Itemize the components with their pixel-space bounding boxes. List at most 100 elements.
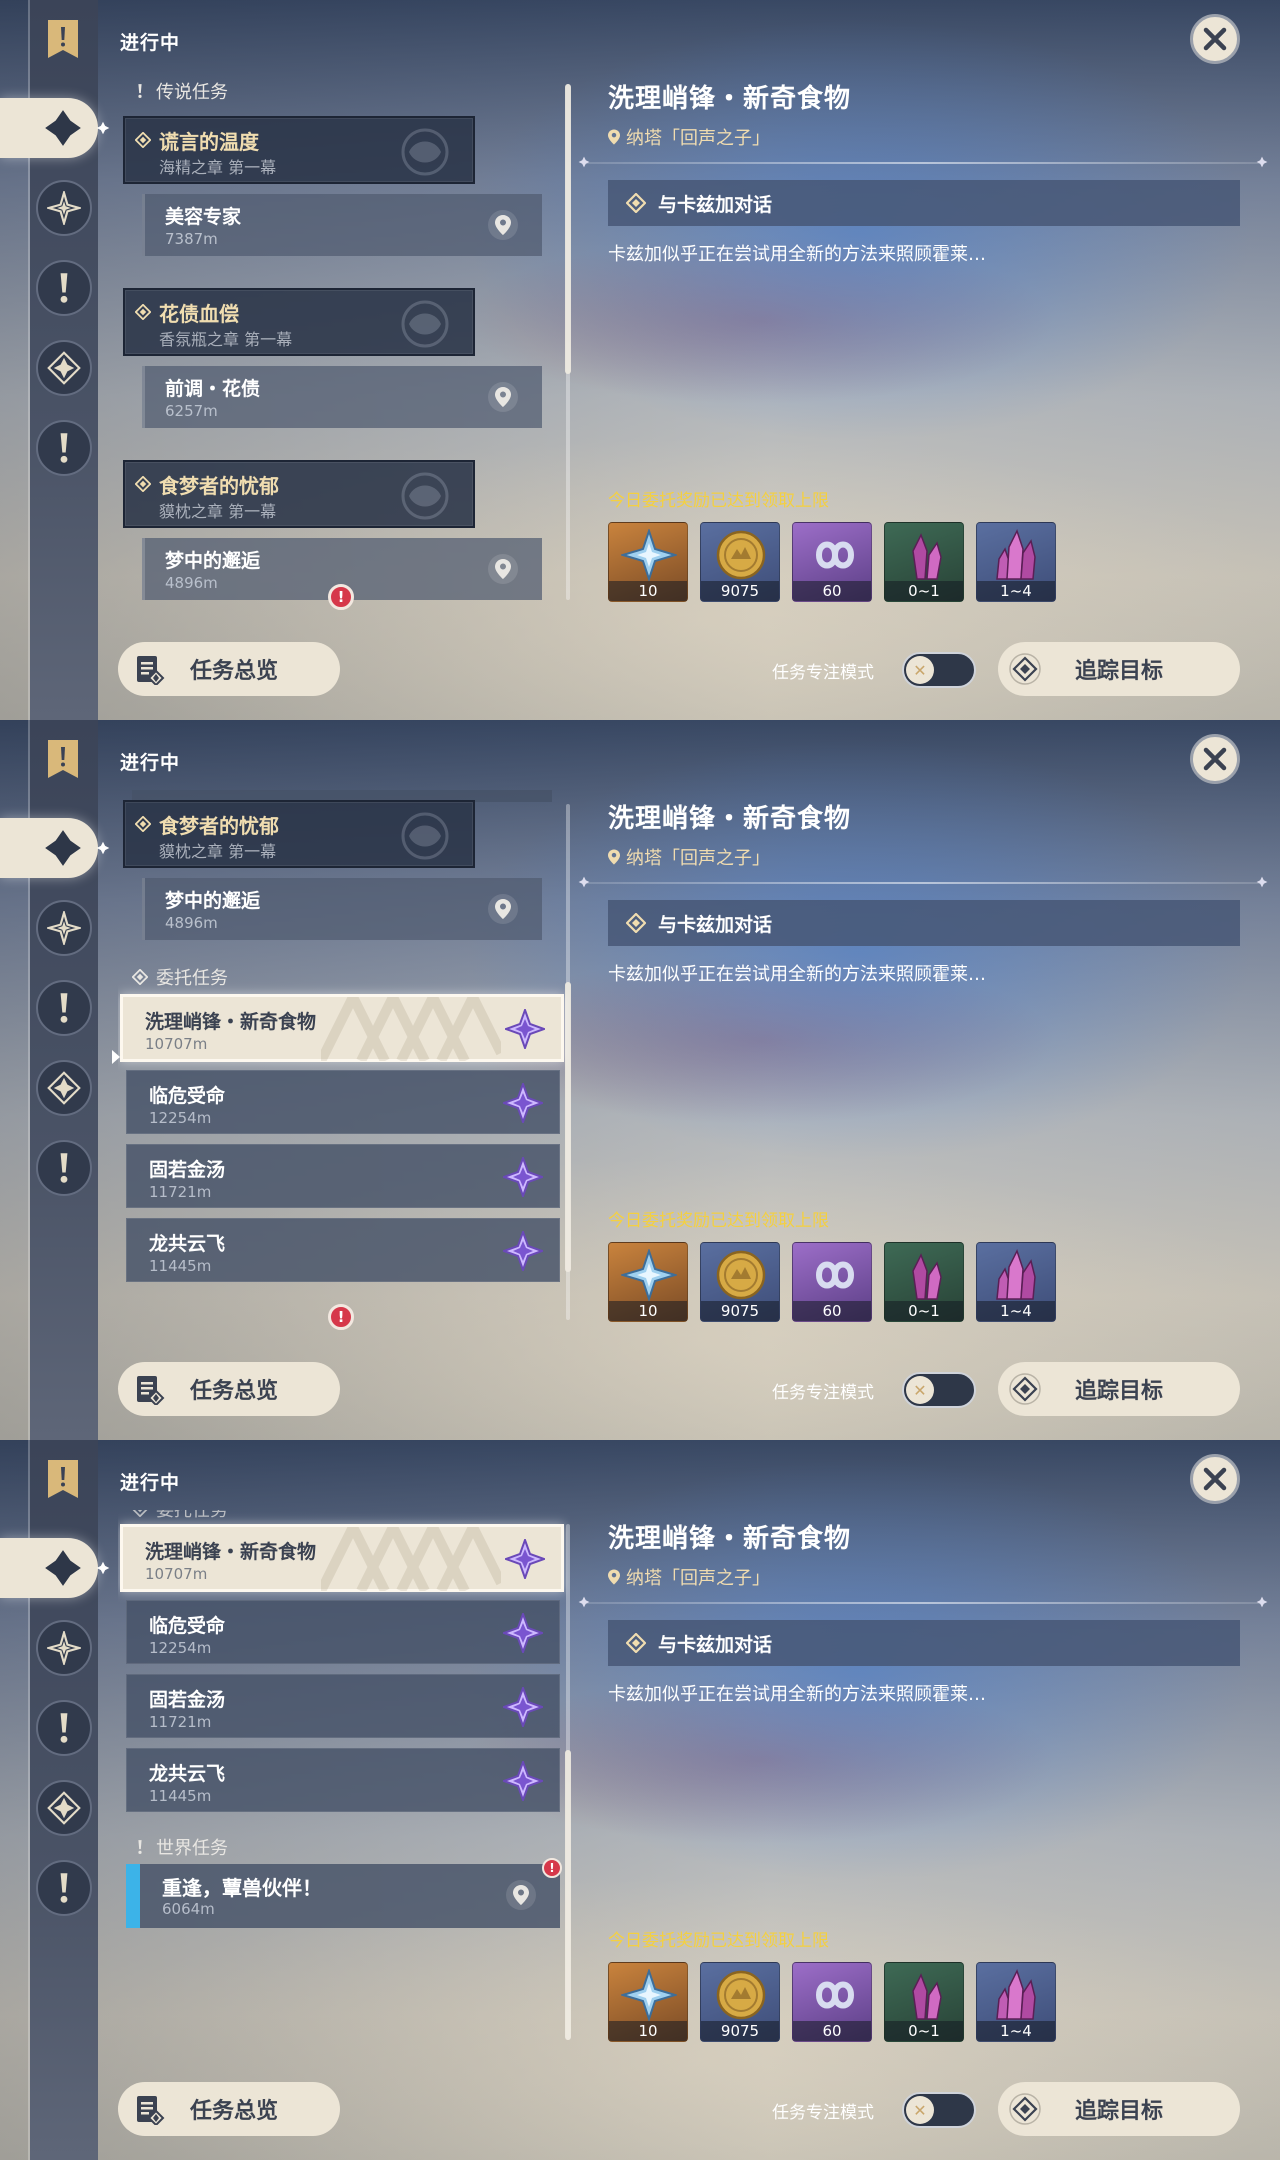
reward-item[interactable]: 10 [608,1242,688,1322]
commission-title: 固若金汤 [149,1689,226,1711]
objective-marker-icon [626,193,646,213]
detail-divider [584,882,1264,884]
step-title: 前调・花债 [165,378,261,400]
companionship-exp-icon [805,1969,861,2021]
legend-quest-header[interactable]: 花债血偿 香氛瓶之章 第一幕 [123,288,475,356]
legend-quest-header[interactable]: 食梦者的忧郁 貘枕之章 第一幕 [123,460,475,528]
crystal-small-icon [897,1249,953,1301]
commission-item[interactable]: 固若金汤 11721m [126,1674,560,1738]
reward-item[interactable]: 60 [792,1962,872,2042]
track-target-button[interactable]: 追踪目标 [998,1362,1240,1416]
reward-item[interactable]: 1~4 [976,1242,1056,1322]
navigate-button[interactable] [488,554,518,584]
nav-story-quests[interactable] [36,260,92,316]
reward-item[interactable]: 1~4 [976,522,1056,602]
quest-overview-button[interactable]: 任务总览 [118,2082,340,2136]
nav-archon-quests[interactable] [36,180,92,236]
nav-story-quests[interactable] [36,1700,92,1756]
reward-item[interactable]: 9075 [700,1242,780,1322]
commission-item[interactable]: 龙共云飞 11445m [126,1748,560,1812]
navigate-button[interactable] [488,894,518,924]
nav-world-quests[interactable] [36,1860,92,1916]
detail-divider [584,162,1264,164]
legend-quest-step[interactable]: 前调・花债 6257m [142,366,542,428]
alert-badge: ! [542,1858,562,1878]
navigate-button[interactable] [488,382,518,412]
focus-mode-label: 任务专注模式 [772,1383,874,1403]
selected-pattern-icon [321,997,501,1061]
reward-item[interactable]: 0~1 [884,1242,964,1322]
divider-end-icon [578,876,590,888]
nav-story-quests[interactable] [36,980,92,1036]
commission-distance: 12254m [149,1109,212,1127]
reward-item[interactable]: 9075 [700,522,780,602]
close-button[interactable] [1190,734,1240,784]
world-quest-icon [47,1151,81,1185]
legend-quest-chapter: 香氛瓶之章 第一幕 [159,330,293,349]
commission-item[interactable]: 临危受命 12254m [126,1600,560,1664]
commission-item-selected[interactable]: 洗理峭锋・新奇食物 10707m [120,1524,564,1592]
nav-archon-quests[interactable] [36,900,92,956]
reward-item[interactable]: 0~1 [884,522,964,602]
reward-item[interactable]: 10 [608,1962,688,2042]
reward-item[interactable]: 0~1 [884,1962,964,2042]
focus-mode-toggle[interactable]: ✕ [902,2092,976,2128]
toggle-off-icon: ✕ [906,2096,934,2124]
quest-marker-icon [135,132,151,148]
track-icon [1008,2092,1042,2126]
legend-quest-step[interactable]: 梦中的邂逅 4896m [142,878,542,940]
reward-item[interactable]: 1~4 [976,1962,1056,2042]
commission-item-selected[interactable]: 洗理峭锋・新奇食物 10707m [120,994,564,1062]
world-quest-title: 重逢，蕈兽伙伴！ [162,1876,322,1900]
map-pin-icon [495,899,511,919]
legend-quest-header[interactable]: 谎言的温度 海精之章 第一幕 [123,116,475,184]
objective-row: 与卡兹加对话 [608,900,1240,946]
close-button[interactable] [1190,1454,1240,1504]
close-button[interactable] [1190,14,1240,64]
commission-star-icon [503,1157,543,1197]
world-quest-item[interactable]: 重逢，蕈兽伙伴！ 6064m [126,1864,560,1928]
focus-mode-toggle[interactable]: ✕ [902,652,976,688]
commission-quest-icon [47,1791,81,1825]
reward-list: 10 9075 60 0~1 1~4 [608,1962,1056,2042]
legend-quest-step[interactable]: 美容专家 7387m [142,194,542,256]
quest-list: 委托任务 洗理峭锋・新奇食物 10707m 临危受命 12254m 固若金汤 1… [118,1510,570,2060]
commission-title: 洗理峭锋・新奇食物 [145,1011,317,1033]
nav-all-quests[interactable] [0,1538,98,1598]
nav-archon-quests[interactable] [36,1620,92,1676]
track-label: 追踪目标 [1074,2099,1163,2124]
alert-badge: ! [328,584,354,610]
commission-quest-icon [47,351,81,385]
commission-item[interactable]: 固若金汤 11721m [126,1144,560,1208]
track-icon [1008,1372,1042,1406]
quest-flag-icon [46,1458,80,1500]
nav-commissions[interactable] [36,1060,92,1116]
nav-commissions[interactable] [36,340,92,396]
nav-world-quests[interactable] [36,1140,92,1196]
objective-marker-icon [626,913,646,933]
detail-location: 纳塔「回声之子」 [608,124,770,150]
navigate-button[interactable] [488,210,518,240]
legend-quest-header[interactable]: 食梦者的忧郁 貘枕之章 第一幕 [123,800,475,868]
reward-item[interactable]: 60 [792,1242,872,1322]
quest-overview-button[interactable]: 任务总览 [118,642,340,696]
legend-quest-title: 花债血偿 [159,302,239,326]
track-target-button[interactable]: 追踪目标 [998,2082,1240,2136]
commission-item[interactable]: 临危受命 12254m [126,1070,560,1134]
track-target-button[interactable]: 追踪目标 [998,642,1240,696]
commission-category-icon [132,1510,148,1517]
reward-item[interactable]: 9075 [700,1962,780,2042]
reward-item[interactable]: 60 [792,522,872,602]
focus-mode-toggle[interactable]: ✕ [902,1372,976,1408]
commission-item[interactable]: 龙共云飞 11445m [126,1218,560,1282]
nav-all-quests[interactable] [0,98,98,158]
quest-overview-button[interactable]: 任务总览 [118,1362,340,1416]
nav-commissions[interactable] [36,1780,92,1836]
chapter-emblem-icon [395,808,455,864]
step-title: 梦中的邂逅 [165,890,261,912]
nav-all-quests[interactable] [0,818,98,878]
navigate-button[interactable] [506,1880,536,1910]
nav-world-quests[interactable] [36,420,92,476]
legend-quest-chapter: 貘枕之章 第一幕 [159,502,277,521]
reward-item[interactable]: 10 [608,522,688,602]
